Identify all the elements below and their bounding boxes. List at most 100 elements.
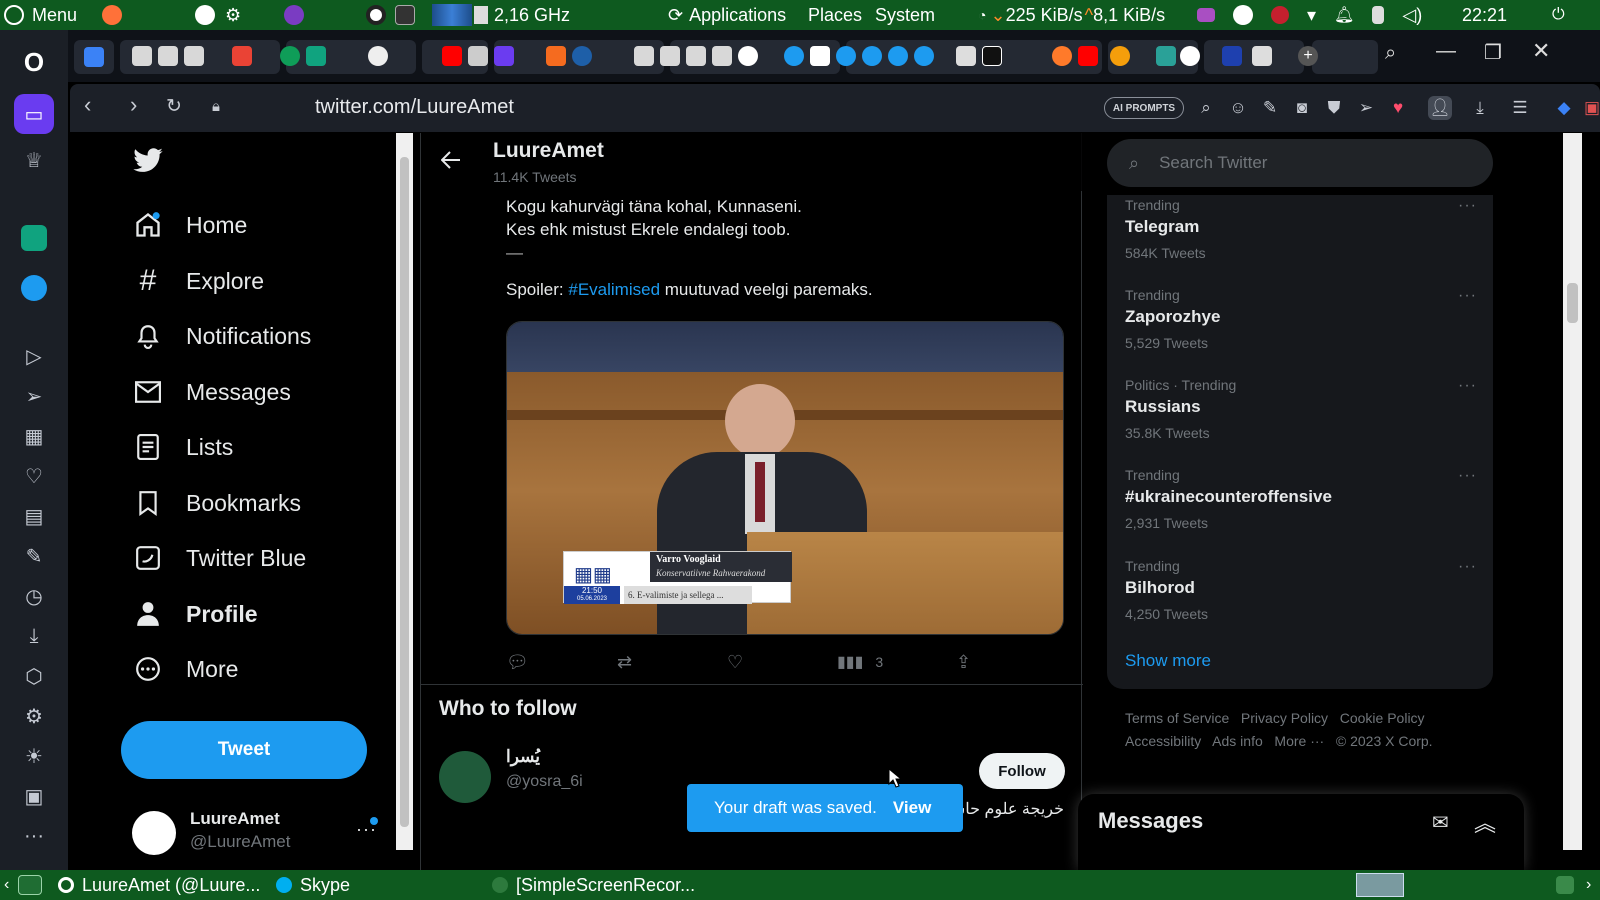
main-scrollbar-thumb[interactable] [400,157,409,827]
trend-more-icon[interactable]: ··· [1458,558,1477,576]
nav-more[interactable]: More [132,647,238,691]
launcher-a[interactable] [195,0,215,30]
tray-record-icon[interactable] [1271,6,1289,24]
green-tab-icon[interactable] [280,46,300,66]
opera-logo-icon[interactable]: O [18,46,50,78]
orange-tab-icon[interactable] [1110,46,1130,66]
trend-more-icon[interactable]: ··· [1458,377,1477,395]
tweet-button[interactable]: Tweet [121,721,367,779]
toast-view-link[interactable]: View [893,798,931,818]
twitter-logo-icon[interactable] [132,147,168,183]
main-scrollbar[interactable] [396,133,413,850]
show-desktop-button[interactable] [18,870,42,900]
show-more-link[interactable]: Show more [1125,651,1211,671]
follow-button[interactable]: Follow [979,753,1065,789]
expand-chevron-icon[interactable]: ︽ [1474,806,1496,838]
send-to-icon[interactable]: ➢ [1354,96,1378,120]
account-icon[interactable]: 👤︎ [1428,96,1452,120]
tab-icon[interactable] [956,46,976,66]
youtube-tab-icon[interactable] [1078,46,1098,66]
nav-bookmarks[interactable]: Bookmarks [132,481,301,525]
clock[interactable]: 22:21 [1462,0,1507,30]
like-button[interactable]: ♡ [727,651,743,673]
restore-window-icon[interactable]: ❐ [1484,40,1502,65]
notion-tab-icon[interactable] [982,46,1002,66]
lightbulb-icon[interactable]: ☀ [18,740,50,772]
taskbar-window-opera[interactable]: LuureAmet (@Luure... [58,870,268,900]
page-scrollbar[interactable] [1563,133,1582,850]
tray-battery-icon[interactable] [1372,6,1385,24]
hashtag-link[interactable]: #Evalimised [568,280,660,299]
account-switcher[interactable]: LuureAmet @LuureAmet ··· [132,803,382,863]
ads-info-link[interactable]: Ads info [1212,733,1263,749]
page-scrollbar-thumb[interactable] [1567,283,1578,323]
tray-bell-icon[interactable]: 🔔︎ [1334,5,1354,25]
chatgpt-tab-icon[interactable] [306,46,326,66]
nav-profile[interactable]: Profile [132,592,258,636]
doc-tab-icon[interactable] [184,46,204,66]
trend-item[interactable]: Politics · Trending Russians 35.8K Tweet… [1125,377,1485,457]
reply-button[interactable]: 💬︎ [506,651,529,673]
back-arrow-icon[interactable] [440,149,461,175]
twitter-active-tab-icon[interactable] [914,46,934,66]
ai-prompts-button[interactable]: AI PROMPTS [1104,97,1184,119]
settings-icon[interactable]: ⚙ [18,700,50,732]
nav-lists[interactable]: Lists [132,425,233,469]
accessibility-link[interactable]: Accessibility [1125,733,1201,749]
workspace-switcher[interactable] [1356,870,1404,900]
museum-tab-icon[interactable] [468,46,488,66]
gmail-tab-icon[interactable] [232,46,252,66]
more-dots-icon[interactable]: ··· [18,820,50,852]
chatgpt-icon[interactable] [18,222,50,254]
favorite-heart-icon[interactable]: ♥ [1386,96,1410,120]
footer-more-link[interactable]: More ··· [1274,733,1324,749]
tweet-media-image[interactable]: ▦▦ Varro Vooglaid Konservatiivne Rahvaer… [506,321,1064,635]
taskbar-window-skype[interactable]: Skype [276,870,350,900]
extension-badge-icon[interactable]: ▣ [1580,96,1600,120]
twitter-tab-icon[interactable] [888,46,908,66]
doc-tab-icon[interactable] [660,46,680,66]
tab-icon[interactable] [1180,46,1200,66]
retweet-button[interactable]: ⇄ [617,651,632,673]
privacy-link[interactable]: Privacy Policy [1241,710,1328,726]
trend-item[interactable]: Trending Bilhorod 4,250 Tweets ··· [1125,558,1485,638]
cookie-link[interactable]: Cookie Policy [1340,710,1425,726]
fox-tab-icon[interactable] [1052,46,1072,66]
messages-dock[interactable]: Messages ✉ ︽ [1078,794,1524,870]
taskbar-left-arrow-icon[interactable]: ‹ [4,870,9,900]
heart-icon[interactable]: ♡ [18,460,50,492]
pi-tab-icon[interactable] [1156,46,1176,66]
tray-screen-icon[interactable] [1197,8,1215,22]
menu-button[interactable]: Menu [4,0,77,30]
download-icon[interactable]: ⤓ [18,620,50,652]
doc-tab-icon[interactable] [132,46,152,66]
trash-applet[interactable] [1556,870,1574,900]
google-tab-icon[interactable] [738,46,758,66]
tab-icon[interactable] [810,46,830,66]
doc-tab-icon[interactable] [634,46,654,66]
nav-notifications[interactable]: Notifications [132,314,311,358]
forward-icon[interactable]: › [130,92,137,118]
suggested-user-name[interactable]: يُسرا [506,747,540,767]
twitter-tab-icon[interactable] [784,46,804,66]
twitter-tab-icon[interactable] [862,46,882,66]
trend-more-icon[interactable]: ··· [1458,197,1477,215]
trend-more-icon[interactable]: ··· [1458,287,1477,305]
places-menu[interactable]: Places [808,0,862,30]
nav-home[interactable]: Home [132,203,247,247]
emoji-icon[interactable]: ☺ [1226,96,1250,120]
downloads-icon[interactable]: ⤓ [1468,96,1492,120]
extension-icon[interactable]: ▣ [18,780,50,812]
send-icon[interactable]: ➢ [18,380,50,412]
new-message-icon[interactable]: ✉ [1432,810,1449,835]
views-button[interactable]: ▮▮▮ 3 [837,651,883,673]
youtube-tab-icon[interactable] [442,46,462,66]
tab-icon[interactable] [1222,46,1242,66]
back-icon[interactable]: ‹ [84,92,91,118]
launcher-opera[interactable] [366,0,386,30]
slides-tab-icon[interactable] [546,46,566,66]
trend-more-icon[interactable]: ··· [1458,467,1477,485]
doc-tab-icon[interactable] [686,46,706,66]
nav-messages[interactable]: Messages [132,370,291,414]
reload-icon[interactable]: ↻ [166,95,182,118]
